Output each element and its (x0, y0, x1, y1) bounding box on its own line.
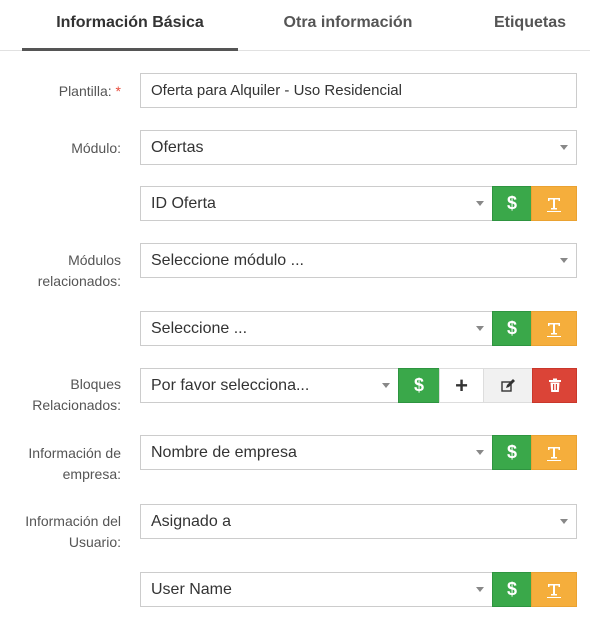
modulo-select[interactable]: Ofertas (140, 130, 577, 165)
text-format-icon (547, 446, 561, 461)
chevron-down-icon (560, 519, 568, 524)
bloques-relacionados-label-line2: Relacionados: (32, 397, 121, 413)
info-empresa-label-line2: empresa: (62, 466, 121, 482)
chevron-down-icon (382, 383, 390, 388)
dollar-icon: $ (506, 318, 517, 338)
dollar-icon: $ (413, 375, 424, 395)
chevron-down-icon (476, 450, 484, 455)
bloques-relacionados-select[interactable]: Por favor selecciona... (140, 368, 399, 403)
plantilla-label: Plantilla: * (59, 81, 121, 102)
related-field-select[interactable]: Seleccione ... (140, 311, 493, 346)
tab-etiquetas[interactable]: Etiquetas (478, 0, 582, 48)
info-usuario-label-line1: Información del (25, 513, 121, 529)
info-empresa-label-line1: Información de (28, 445, 121, 461)
delete-block-button[interactable] (532, 368, 577, 403)
insert-related-label-button[interactable] (531, 311, 577, 346)
bloques-relacionados-label-line1: Bloques (70, 376, 121, 392)
modulos-relacionados-label: Módulos relacionados: (38, 250, 121, 292)
info-empresa-value: Nombre de empresa (151, 444, 297, 461)
insert-company-label-button[interactable] (531, 435, 577, 470)
dollar-icon: $ (506, 579, 517, 599)
insert-field-button[interactable]: $ (492, 186, 532, 221)
insert-user-field-button[interactable]: $ (492, 572, 532, 607)
modulos-relacionados-label-line2: relacionados: (37, 273, 121, 289)
modulos-relacionados-value: Seleccione módulo ... (151, 252, 304, 269)
info-empresa-label: Información de empresa: (28, 443, 121, 485)
insert-block-button[interactable]: $ (398, 368, 440, 403)
tab-otra-informacion[interactable]: Otra información (260, 0, 436, 48)
chevron-down-icon (476, 201, 484, 206)
chevron-down-icon (476, 587, 484, 592)
dollar-icon: $ (506, 193, 517, 213)
modulos-relacionados-select[interactable]: Seleccione módulo ... (140, 243, 577, 278)
required-mark: * (115, 83, 121, 99)
edit-block-button[interactable] (483, 368, 533, 403)
text-format-icon (547, 197, 561, 212)
modulo-field-value: ID Oferta (151, 195, 216, 212)
modulo-label: Módulo: (71, 140, 121, 156)
text-format-icon (547, 322, 561, 337)
related-field-value: Seleccione ... (151, 320, 248, 337)
insert-label-button[interactable] (531, 186, 577, 221)
user-field-value: User Name (151, 581, 232, 598)
user-field-select[interactable]: User Name (140, 572, 493, 607)
info-usuario-select[interactable]: Asignado a (140, 504, 577, 539)
tab-informacion-basica[interactable]: Información Básica (22, 0, 238, 51)
plantilla-value: Oferta para Alquiler - Uso Residencial (151, 82, 402, 99)
modulos-relacionados-label-line1: Módulos (68, 252, 121, 268)
info-usuario-label-line2: Usuario: (68, 534, 121, 550)
bloques-relacionados-value: Por favor selecciona... (151, 377, 310, 394)
insert-user-label-button[interactable] (531, 572, 577, 607)
tab-bar: Información Básica Otra información Etiq… (0, 0, 590, 51)
chevron-down-icon (560, 258, 568, 263)
modulo-field-select[interactable]: ID Oferta (140, 186, 493, 221)
info-usuario-label: Información del Usuario: (25, 511, 121, 553)
plantilla-label-text: Plantilla: (58, 83, 112, 99)
plantilla-input[interactable]: Oferta para Alquiler - Uso Residencial (140, 73, 577, 108)
chevron-down-icon (476, 326, 484, 331)
insert-related-field-button[interactable]: $ (492, 311, 532, 346)
bloques-relacionados-label: Bloques Relacionados: (32, 374, 121, 416)
insert-company-field-button[interactable]: $ (492, 435, 532, 470)
dollar-icon: $ (506, 442, 517, 462)
edit-icon (501, 378, 515, 392)
chevron-down-icon (560, 145, 568, 150)
add-block-button[interactable]: + (439, 368, 484, 403)
plus-icon: + (455, 372, 468, 398)
info-empresa-select[interactable]: Nombre de empresa (140, 435, 493, 470)
trash-icon (548, 378, 561, 392)
modulo-value: Ofertas (151, 139, 204, 156)
info-usuario-value: Asignado a (151, 513, 232, 530)
text-format-icon (547, 583, 561, 598)
